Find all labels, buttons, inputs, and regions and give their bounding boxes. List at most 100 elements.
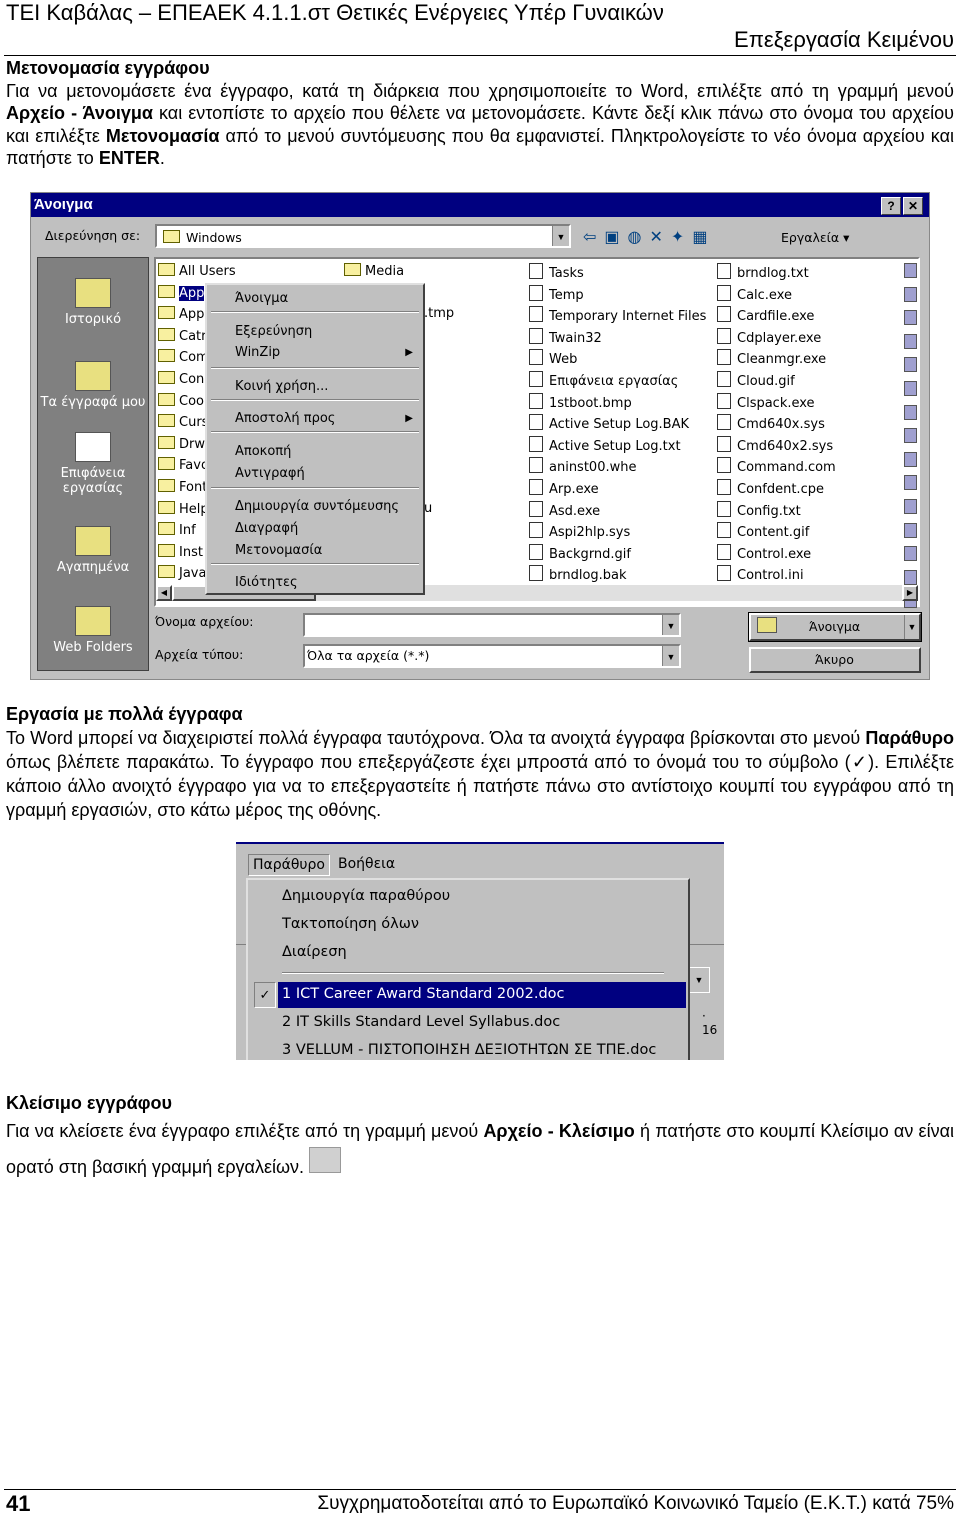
context-menu-item-sharing[interactable]: Κοινή χρήση...: [235, 379, 328, 394]
menu-item-doc-1[interactable]: 1 ICT Career Award Standard 2002.doc: [282, 986, 565, 1002]
file-list-item[interactable]: Tasks: [529, 263, 584, 281]
delete-icon[interactable]: ✕: [650, 229, 671, 246]
file-icon[interactable]: [904, 498, 917, 514]
file-list-item[interactable]: Clspack.exe: [717, 392, 815, 411]
context-menu-item-properties[interactable]: Ιδιότητες: [235, 575, 298, 590]
file-list-item[interactable]: Curs: [158, 414, 208, 430]
scroll-left-icon[interactable]: ◀: [156, 585, 172, 601]
file-list-item[interactable]: Arp.exe: [529, 479, 599, 497]
file-list-item[interactable]: Cardfile.exe: [717, 306, 814, 324]
file-list-item[interactable]: Web: [529, 349, 577, 367]
file-list-item[interactable]: Help: [158, 500, 209, 517]
file-list-item[interactable]: Aspi2hlp.sys: [529, 522, 630, 540]
place-desktop[interactable]: Επιφάνεια εργασίας: [48, 432, 138, 496]
context-menu-item-explore[interactable]: Εξερεύνηση: [235, 324, 312, 339]
filetype-select[interactable]: Όλα τα αρχεία (*.*) ▼: [303, 644, 681, 668]
file-list-item[interactable]: Content.gif: [717, 522, 809, 540]
menu-item-new-window[interactable]: Δημιουργία παραθύρου: [282, 888, 450, 904]
file-list-item[interactable]: Favo: [158, 457, 209, 473]
file-list-item[interactable]: Active Setup Log.BAK: [529, 414, 689, 432]
place-web-folders[interactable]: Web Folders: [38, 606, 148, 655]
file-list-item[interactable]: Asd.exe: [529, 500, 600, 519]
file-list-item[interactable]: Backgrnd.gif: [529, 543, 631, 562]
file-list-item[interactable]: Cdplayer.exe: [717, 327, 821, 346]
file-list-item[interactable]: Font: [158, 479, 207, 495]
file-list-item[interactable]: .tmp: [424, 306, 454, 321]
views-icon[interactable]: ▦: [692, 229, 715, 246]
file-icon[interactable]: [904, 569, 917, 585]
cancel-button[interactable]: Άκυρο: [749, 647, 921, 673]
file-icon[interactable]: [904, 380, 917, 396]
file-list-item[interactable]: Active Setup Log.txt: [529, 435, 681, 454]
file-list-item[interactable]: 1stboot.bmp: [529, 392, 632, 411]
menu-item-doc-3[interactable]: 3 VELLUM - ΠΙΣΤΟΠΟΙΗΣΗ ΔΕΞΙΟΤΗΤΩΝ ΣΕ ΤΠΕ…: [282, 1042, 656, 1058]
search-web-icon[interactable]: ◍: [628, 229, 650, 246]
file-list-item[interactable]: App: [158, 284, 205, 301]
file-icon[interactable]: [904, 286, 917, 302]
file-list-item[interactable]: Control.exe: [717, 543, 811, 562]
menu-item-split[interactable]: Διαίρεση: [282, 944, 347, 960]
menu-window[interactable]: Παράθυρο: [248, 854, 330, 876]
file-list-item[interactable]: All Users: [158, 263, 236, 279]
tools-menu[interactable]: Εργαλεία ▾: [781, 230, 849, 245]
file-list-item[interactable]: Cleanmgr.exe: [717, 349, 826, 367]
chevron-down-icon[interactable]: ▼: [662, 615, 679, 635]
file-list-item[interactable]: Confdent.cpe: [717, 479, 824, 497]
file-icon[interactable]: [904, 404, 917, 420]
file-list-item[interactable]: Config.txt: [717, 500, 801, 519]
context-menu-item-cut[interactable]: Αποκοπή: [235, 444, 291, 459]
context-menu-item-create-shortcut[interactable]: Δημιουργία συντόμευσης: [235, 499, 399, 514]
chevron-down-icon[interactable]: ▼: [662, 646, 679, 666]
file-list-item[interactable]: Drw: [158, 435, 205, 452]
file-list-item[interactable]: Java: [158, 565, 206, 581]
context-menu-item-open[interactable]: Άνοιγμα: [235, 291, 288, 306]
file-list-item[interactable]: Cmd640x.sys: [717, 414, 825, 432]
file-list-item[interactable]: Inf: [158, 522, 196, 538]
file-list-item[interactable]: Επιφάνεια εργασίας: [529, 371, 678, 389]
file-icon[interactable]: [904, 522, 917, 538]
context-menu-item-rename[interactable]: Μετονομασία: [235, 543, 322, 558]
file-icon[interactable]: [904, 546, 917, 562]
menu-item-doc-2[interactable]: 2 IT Skills Standard Level Syllabus.doc: [282, 1014, 560, 1030]
look-in-select[interactable]: Windows ▼: [155, 224, 571, 248]
file-list-item[interactable]: App: [158, 306, 204, 322]
file-list-item[interactable]: Media: [344, 263, 404, 279]
up-folder-icon[interactable]: ▣: [604, 229, 627, 246]
chevron-down-icon[interactable]: ▼: [688, 967, 710, 993]
file-list-item[interactable]: Coo: [158, 392, 204, 409]
menu-item-arrange-all[interactable]: Τακτοποίηση όλων: [282, 916, 419, 932]
menu-help[interactable]: Βοήθεια: [338, 856, 395, 872]
context-menu-item-send-to[interactable]: Αποστολή προς: [235, 411, 335, 426]
file-list-item[interactable]: Catr: [158, 327, 207, 344]
file-list-item[interactable]: Inst: [158, 543, 203, 560]
file-list-item[interactable]: Control.ini: [717, 565, 804, 583]
file-list-item[interactable]: Twain32: [529, 327, 602, 346]
file-list-item[interactable]: u: [424, 501, 432, 516]
file-list-item[interactable]: Calc.exe: [717, 284, 792, 303]
file-icon[interactable]: [904, 451, 917, 467]
new-folder-icon[interactable]: ✦: [671, 229, 692, 246]
context-menu-item-winzip[interactable]: WinZip: [235, 345, 280, 360]
chevron-down-icon[interactable]: ▼: [552, 226, 569, 246]
file-icon[interactable]: [904, 310, 917, 326]
place-history[interactable]: Ιστορικό: [38, 278, 148, 327]
file-icon[interactable]: [904, 357, 917, 373]
file-list-item[interactable]: Temporary Internet Files: [529, 306, 706, 324]
file-list-item[interactable]: Cmd640x2.sys: [717, 435, 833, 454]
file-list-item[interactable]: Com: [158, 349, 209, 365]
scroll-right-icon[interactable]: ▶: [902, 585, 918, 601]
place-my-documents[interactable]: Τα έγγραφά μου: [38, 361, 148, 410]
file-list-item[interactable]: Command.com: [717, 457, 836, 475]
file-icon[interactable]: [904, 428, 917, 444]
file-icon[interactable]: [904, 333, 917, 349]
close-button[interactable]: ✕: [903, 197, 923, 215]
file-list-item[interactable]: brndlog.txt: [717, 263, 809, 281]
context-menu-item-copy[interactable]: Αντιγραφή: [235, 466, 305, 481]
chevron-down-icon[interactable]: ▼: [904, 615, 919, 639]
file-list-item[interactable]: Temp: [529, 284, 584, 303]
file-list-item[interactable]: brndlog.bak: [529, 565, 627, 583]
context-menu-item-delete[interactable]: Διαγραφή: [235, 521, 298, 536]
filename-input[interactable]: ▼: [303, 613, 681, 637]
open-button[interactable]: Άνοιγμα ▼: [748, 612, 922, 642]
help-button[interactable]: ?: [881, 197, 901, 215]
